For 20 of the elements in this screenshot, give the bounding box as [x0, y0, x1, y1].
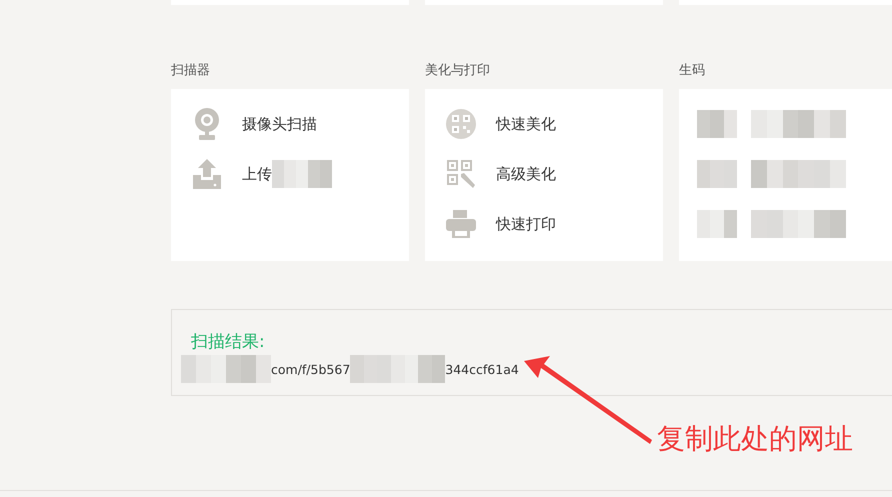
result-label: 扫描结果: [191, 331, 265, 353]
menu-item[interactable]: 摄像头扫描 [242, 114, 317, 134]
blur-mosaic [697, 110, 737, 138]
menu-item[interactable]: 上传 [242, 164, 272, 184]
section-title: 扫描器 [171, 62, 210, 79]
menu-item[interactable]: 快速打印 [496, 214, 556, 234]
blur-mosaic [697, 210, 737, 238]
webcam-icon [193, 108, 221, 140]
section-title: 美化与打印 [425, 62, 490, 79]
printer-icon [446, 210, 476, 238]
section-title: 生码 [679, 62, 705, 79]
upload-icon [193, 159, 221, 189]
qr-wand-icon [447, 160, 475, 188]
menu-item[interactable]: 高级美化 [496, 164, 556, 184]
url-text: com/f/5b567 [271, 362, 350, 376]
annotation-text: 复制此处的网址 [657, 421, 853, 457]
qr-code-icon [446, 109, 476, 139]
url-text: 344ccf61a4 [445, 362, 519, 376]
menu-item[interactable]: 快速美化 [496, 114, 556, 134]
blur-mosaic [697, 160, 737, 188]
